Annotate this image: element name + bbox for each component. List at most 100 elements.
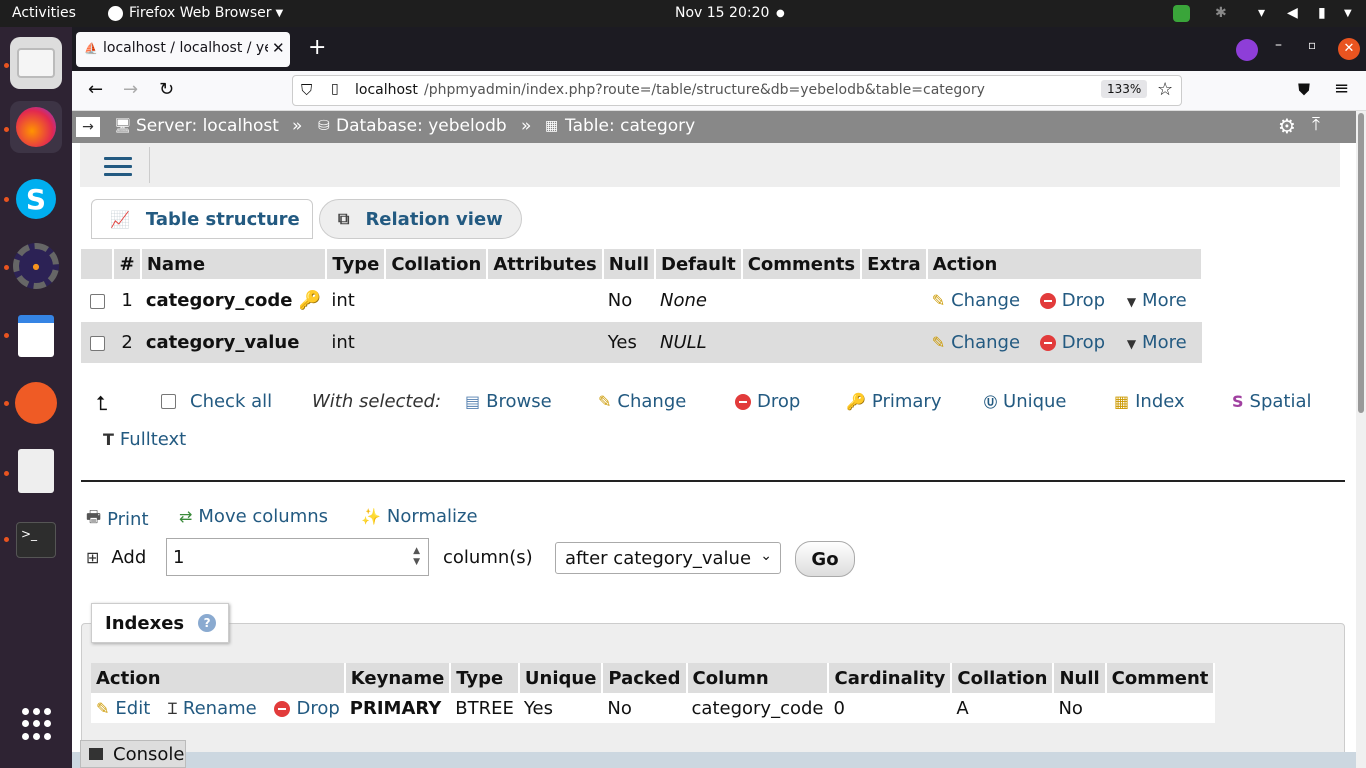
nav-panel-toggle-icon[interactable]: → — [76, 117, 100, 137]
bluetooth-icon[interactable]: ✱ — [1215, 5, 1227, 21]
normalize-button[interactable]: ✨ Normalize — [361, 506, 478, 527]
system-menu-chevron-icon[interactable]: ▼ — [1344, 8, 1352, 19]
update-check-icon[interactable] — [1173, 5, 1190, 22]
new-tab-icon[interactable]: + — [308, 35, 326, 60]
bulk-fulltext-button[interactable]: T Fulltext — [103, 429, 186, 450]
bulk-drop-button[interactable]: Drop — [735, 391, 800, 412]
change-link[interactable]: ✎ Change — [932, 332, 1020, 353]
browser-tab[interactable]: ⛵ localhost / localhost / yebelodb ✕ — [76, 32, 290, 67]
app-menu[interactable]: Firefox Web Browser ▼ — [108, 5, 283, 21]
drop-icon — [1039, 293, 1056, 309]
index-edit-link[interactable]: ✎ Edit — [96, 698, 150, 719]
go-button[interactable]: Go — [795, 541, 855, 577]
add-columns-count-value: 1 — [173, 546, 185, 568]
tab-table-structure[interactable]: 📈 Table structure — [91, 199, 313, 239]
forward-icon[interactable]: → — [123, 79, 138, 100]
reload-icon[interactable]: ↻ — [159, 79, 174, 100]
bulk-spatial-button[interactable]: S Spatial — [1232, 391, 1312, 412]
column-position-select[interactable]: after category_value ⌄ — [555, 542, 781, 574]
drop-link[interactable]: Drop — [1039, 290, 1106, 311]
gear-icon[interactable]: ⚙ — [1278, 114, 1296, 138]
add-columns-count-input[interactable]: 1 ▲ ▼ — [166, 538, 429, 576]
check-all-label[interactable]: Check all — [190, 391, 272, 412]
help-icon[interactable]: ? — [198, 614, 217, 632]
scrollbar-thumb[interactable] — [1358, 113, 1364, 413]
columns-table: # Name Type Collation Attributes Null De… — [81, 249, 1204, 363]
collapse-top-icon[interactable]: ⤒ — [1312, 114, 1320, 135]
app-menu-label: Firefox Web Browser — [129, 5, 272, 21]
bulk-index-button[interactable]: ▦ Index — [1114, 391, 1185, 412]
console-toggle-button[interactable]: Console — [80, 740, 186, 768]
back-icon[interactable]: ← — [88, 79, 103, 100]
table-structure-icon: 📈 — [110, 209, 130, 229]
clock[interactable]: Nov 15 20:20 — [675, 5, 769, 21]
activities-button[interactable]: Activities — [12, 5, 76, 21]
postman-icon[interactable] — [10, 377, 62, 429]
page-scrollbar[interactable] — [1356, 111, 1366, 768]
files-icon[interactable] — [10, 37, 62, 89]
text-editor-icon[interactable] — [10, 310, 62, 362]
more-dropdown[interactable]: ▼ More — [1127, 332, 1187, 353]
check-all-checkbox[interactable] — [161, 394, 176, 409]
bulk-change-button[interactable]: ✎ Change — [598, 391, 686, 412]
bulk-browse-button[interactable]: ▤ Browse — [465, 391, 552, 412]
bulk-unique-button[interactable]: Ⓤ Unique — [984, 391, 1067, 412]
check-all[interactable]: Check all — [161, 391, 272, 412]
column-attributes — [487, 322, 602, 363]
document-viewer-icon[interactable] — [10, 445, 62, 497]
pencil-icon: ✎ — [96, 699, 110, 718]
index-drop-link[interactable]: Drop — [274, 698, 340, 719]
move-columns-button[interactable]: ⇄ Move columns — [179, 506, 328, 527]
show-applications-icon[interactable] — [19, 707, 53, 741]
print-button[interactable]: 🖶 Print — [86, 506, 149, 533]
select-arrow-icon: ⮤ — [96, 391, 108, 415]
breadcrumb-table[interactable]: Table: category — [565, 116, 695, 136]
terminal-icon[interactable]: >_ — [10, 514, 62, 566]
drop-link[interactable]: Drop — [1039, 332, 1105, 353]
drop-label: Drop — [1061, 290, 1106, 311]
header-name[interactable]: Name — [140, 249, 328, 279]
change-link[interactable]: ✎ Change — [932, 290, 1020, 311]
bulk-primary-button[interactable]: 🔑 Primary — [846, 391, 941, 412]
volume-icon[interactable]: ◀ — [1287, 5, 1298, 21]
hamburger-menu-button[interactable] — [88, 147, 150, 183]
header-comments[interactable]: Comments — [741, 249, 863, 279]
row-checkbox[interactable] — [89, 335, 105, 351]
index-rename-link[interactable]: Ɪ Rename — [168, 698, 257, 719]
breadcrumb-server[interactable]: Server: localhost — [136, 116, 279, 136]
skype-icon[interactable]: S — [10, 173, 62, 225]
tab-strip: ⛵ localhost / localhost / yebelodb ✕ + –… — [72, 27, 1366, 71]
close-window-icon[interactable]: ✕ — [1338, 38, 1360, 60]
header-attributes[interactable]: Attributes — [487, 249, 604, 279]
url-bar[interactable]: ⛉ ▯ localhost /phpmyadmin/index.php?rout… — [292, 75, 1182, 106]
breadcrumb-database[interactable]: Database: yebelodb — [336, 116, 507, 136]
idx-header-collation: Collation — [951, 663, 1055, 693]
index-packed: No — [607, 697, 632, 719]
battery-icon[interactable]: ▮ — [1318, 5, 1326, 21]
firefox-icon[interactable] — [10, 101, 62, 153]
pocket-icon[interactable]: ⛊ — [1298, 80, 1310, 100]
running-indicator — [4, 471, 9, 476]
app-menu-icon[interactable]: ≡ — [1334, 78, 1349, 99]
minimize-icon[interactable]: – — [1275, 37, 1282, 53]
row-checkbox[interactable] — [89, 293, 105, 309]
header-collation[interactable]: Collation — [385, 249, 489, 279]
index-row: ✎ Edit Ɪ Rename Drop PRIMARY BTREE Yes No … — [91, 693, 1214, 723]
unique-icon: Ⓤ — [984, 396, 998, 411]
more-dropdown[interactable]: ▼ More — [1127, 290, 1187, 311]
maximize-icon[interactable]: ▫ — [1308, 38, 1316, 52]
spinner-icon[interactable]: ▲ ▼ — [413, 546, 420, 568]
header-extra[interactable]: Extra — [861, 249, 928, 279]
eclipse-java-ee-icon[interactable]: ● — [10, 240, 62, 292]
header-null[interactable]: Null — [602, 249, 657, 279]
drop-icon — [1039, 335, 1056, 351]
close-tab-icon[interactable]: ✕ — [272, 39, 285, 57]
idx-header-type: Type — [450, 663, 520, 693]
header-default[interactable]: Default — [655, 249, 743, 279]
wifi-icon[interactable]: ▾ — [1258, 5, 1265, 21]
tab-relation-view[interactable]: ⧉ Relation view — [319, 199, 522, 239]
bookmark-star-icon[interactable]: ☆ — [1157, 79, 1173, 100]
zoom-level[interactable]: 133% — [1101, 80, 1148, 98]
header-checkbox-cell — [81, 249, 115, 279]
header-type[interactable]: Type — [326, 249, 387, 279]
